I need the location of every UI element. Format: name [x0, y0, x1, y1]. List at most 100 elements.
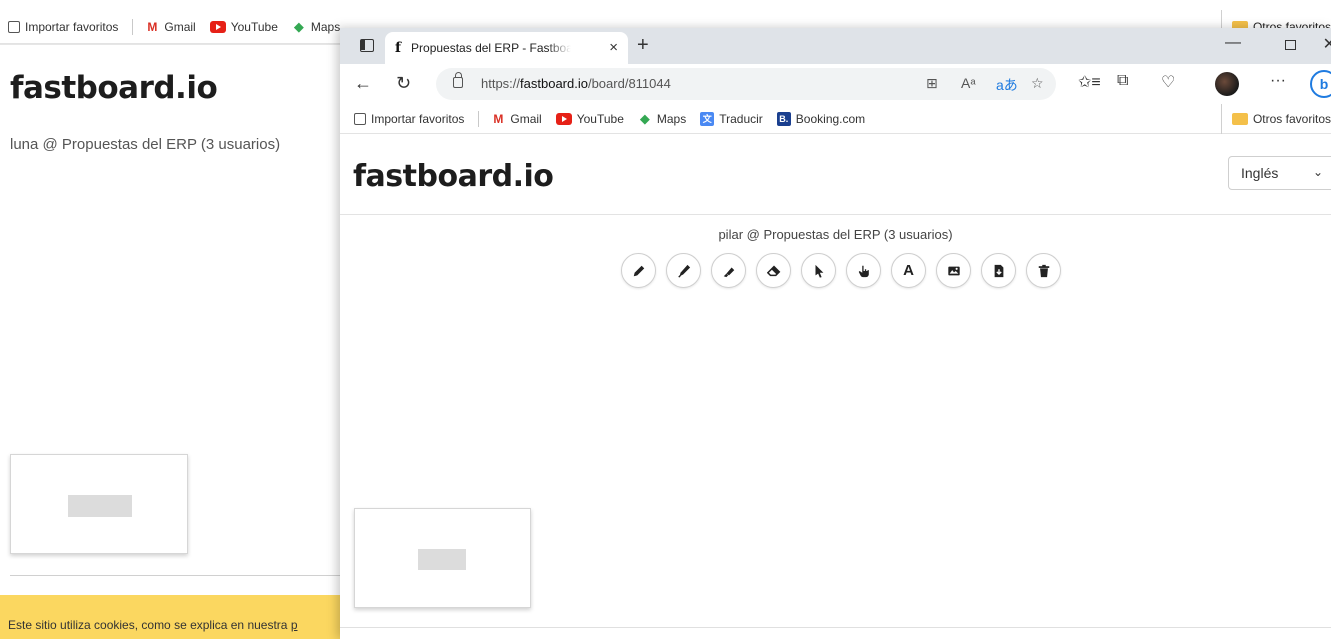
- bookmark-separator: [478, 110, 480, 127]
- bookmark-label: Booking.com: [795, 111, 866, 126]
- bookmark-gmail[interactable]: M Gmail: [491, 112, 541, 126]
- background-board-subtitle: luna @ Propuestas del ERP (3 usuarios): [10, 136, 281, 153]
- copilot-icon[interactable]: b: [1310, 70, 1331, 98]
- eraser-icon: [766, 265, 780, 276]
- maps-icon: ◆: [639, 110, 650, 126]
- browser-essentials-icon[interactable]: ♡: [1161, 72, 1175, 92]
- bookmark-separator: [132, 18, 134, 35]
- bookmark-import[interactable]: Importar favoritos: [354, 112, 464, 126]
- language-value: Inglés: [1241, 165, 1279, 181]
- favorites-icon[interactable]: ✩≡: [1078, 72, 1101, 92]
- marker-tool-button[interactable]: [666, 253, 701, 288]
- tab-title: Propuestas del ERP - Fastboard.io: [411, 41, 572, 55]
- thumbnail-placeholder: [418, 549, 466, 570]
- gmail-icon: M: [493, 111, 504, 126]
- bookmark-import[interactable]: Importar favoritos: [8, 20, 118, 34]
- address-bar: ← ↻ https://fastboard.io/board/811044 ⊞ …: [340, 64, 1331, 104]
- text-tool-button[interactable]: A: [891, 253, 926, 288]
- tab-strip: f Propuestas del ERP - Fastboard.io × + …: [340, 28, 1331, 64]
- page-bottom-divider: [340, 627, 1331, 628]
- new-tab-icon[interactable]: +: [637, 34, 649, 57]
- lock-icon[interactable]: [453, 72, 463, 88]
- maximize-icon[interactable]: [1285, 40, 1296, 50]
- select-tool-button[interactable]: [801, 253, 836, 288]
- folder-icon: [1231, 113, 1248, 125]
- tab-close-icon[interactable]: ×: [609, 39, 618, 56]
- image-icon: [947, 266, 960, 275]
- image-tool-button[interactable]: [936, 253, 971, 288]
- booking-icon: B.: [776, 111, 791, 126]
- background-video-thumbnail: [10, 454, 188, 554]
- close-window-icon[interactable]: ✕: [1323, 34, 1331, 54]
- url-text: https://fastboard.io/board/811044: [481, 76, 671, 91]
- background-header-divider: [0, 44, 340, 45]
- hand-icon: [858, 265, 869, 277]
- cursor-icon: [815, 264, 823, 278]
- delete-tool-button[interactable]: [1026, 253, 1061, 288]
- bookmark-label: YouTube: [230, 19, 278, 34]
- maps-icon: ◆: [293, 18, 304, 34]
- fastboard-favicon-icon: f: [395, 40, 402, 56]
- youtube-icon: [209, 20, 226, 33]
- background-logo[interactable]: fastboard.io: [10, 70, 218, 106]
- bookmark-translate[interactable]: 文 Traducir: [700, 111, 763, 126]
- bookmark-youtube[interactable]: YouTube: [555, 111, 624, 126]
- bookmark-label: Gmail: [164, 19, 196, 34]
- bookmark-booking[interactable]: B. Booking.com: [776, 111, 866, 126]
- refresh-icon[interactable]: ↻: [396, 73, 411, 94]
- minimize-icon[interactable]: —: [1225, 34, 1241, 52]
- collections-icon[interactable]: ⧉: [1117, 72, 1128, 90]
- url-path: /board/811044: [587, 76, 671, 91]
- app-view-icon[interactable]: ⊞: [926, 75, 938, 92]
- drawing-toolbar: A: [621, 253, 1071, 288]
- site-logo[interactable]: fastboard.io: [353, 159, 554, 194]
- bookmark-maps[interactable]: ◆ Maps: [638, 110, 687, 126]
- bookmark-youtube[interactable]: YouTube: [209, 19, 278, 34]
- url-host: fastboard.io: [520, 76, 588, 91]
- url-field[interactable]: https://fastboard.io/board/811044 ⊞ Aᵃ a…: [436, 68, 1056, 100]
- cookie-banner: Este sitio utiliza cookies, como se expl…: [0, 595, 340, 639]
- download-icon: [994, 264, 1003, 277]
- trash-icon: [1038, 264, 1049, 277]
- more-icon[interactable]: ···: [1270, 72, 1286, 90]
- fastboard-page: fastboard.io Inglés ⌄ pilar @ Propuestas…: [340, 134, 1331, 639]
- cookie-policy-link[interactable]: p: [291, 618, 298, 632]
- back-icon[interactable]: ←: [354, 73, 372, 94]
- highlighter-tool-button[interactable]: [711, 253, 746, 288]
- bookmark-gmail[interactable]: M Gmail: [145, 20, 195, 34]
- bookmarks-bar: Importar favoritos M Gmail YouTube ◆ Maps …: [340, 104, 1331, 134]
- browser-window: f Propuestas del ERP - Fastboard.io × + …: [340, 28, 1331, 639]
- pan-tool-button[interactable]: [846, 253, 881, 288]
- bookmark-label: YouTube: [576, 111, 624, 126]
- pencil-tool-button[interactable]: [621, 253, 656, 288]
- bookmark-label: Maps: [310, 19, 341, 34]
- bookmark-maps[interactable]: ◆ Maps: [292, 18, 341, 34]
- chevron-down-icon: ⌄: [1313, 165, 1324, 179]
- gmail-icon: M: [147, 19, 158, 34]
- page-header: fastboard.io Inglés ⌄: [340, 134, 1331, 215]
- background-bottom-divider: [10, 575, 340, 576]
- bookmark-label: Importar favoritos: [25, 19, 119, 34]
- bookmark-label: Maps: [656, 111, 687, 126]
- youtube-icon: [555, 112, 572, 125]
- other-favorites[interactable]: Otros favoritos: [1220, 104, 1331, 134]
- profile-avatar[interactable]: [1215, 72, 1239, 96]
- text-icon: A: [903, 262, 914, 279]
- highlighter-icon: [723, 267, 734, 277]
- cookie-text: Este sitio utiliza cookies, como se expl…: [8, 618, 291, 632]
- eraser-tool-button[interactable]: [756, 253, 791, 288]
- board-subtitle-text: pilar @ Propuestas del ERP (3 usuarios): [718, 227, 953, 242]
- bookmark-label: Traducir: [719, 111, 763, 126]
- read-aloud-icon[interactable]: Aᵃ: [961, 75, 976, 91]
- import-icon: [354, 112, 366, 125]
- translate-icon[interactable]: aあ: [996, 75, 1018, 95]
- tab-actions-icon[interactable]: [360, 39, 374, 52]
- favorite-star-icon[interactable]: ☆: [1031, 75, 1044, 92]
- language-select[interactable]: Inglés ⌄: [1228, 156, 1331, 190]
- active-tab[interactable]: f Propuestas del ERP - Fastboard.io ×: [385, 32, 628, 64]
- download-tool-button[interactable]: [981, 253, 1016, 288]
- marker-icon: [677, 264, 690, 278]
- import-icon: [8, 20, 20, 33]
- bookmark-label: Importar favoritos: [371, 111, 465, 126]
- board-subtitle: pilar @ Propuestas del ERP (3 usuarios): [340, 227, 1331, 242]
